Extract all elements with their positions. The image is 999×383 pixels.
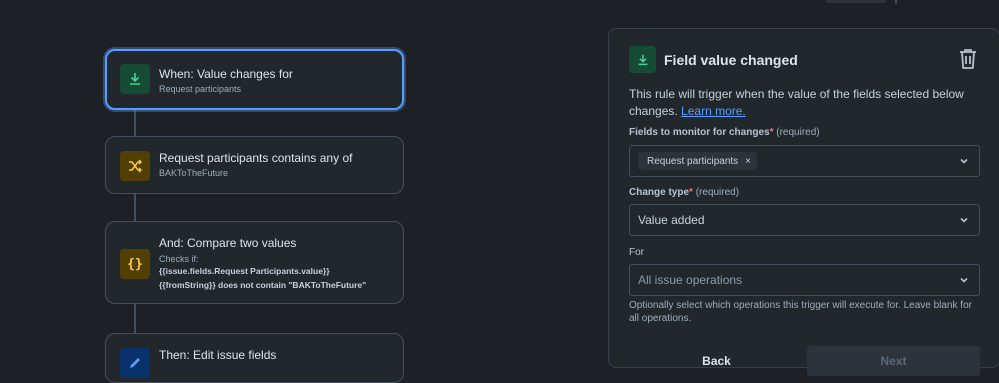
top-toolbar-button-stub — [826, 0, 886, 3]
fields-select[interactable]: Request participants × — [629, 145, 980, 177]
required-text: (required) — [776, 127, 820, 138]
chevron-down-icon — [960, 217, 968, 223]
for-help-text: Optionally select which operations this … — [629, 300, 972, 324]
node-subtitle: Checks if: — [159, 254, 199, 264]
node-code-line: {{issue.fields.Request Participants.valu… — [159, 266, 330, 276]
rule-node-action[interactable]: Then: Edit issue fields — [105, 333, 404, 383]
back-button[interactable]: Back — [629, 346, 804, 376]
for-label-text: For — [629, 247, 644, 258]
change-type-value: Value added — [638, 213, 705, 227]
node-title: Then: Edit issue fields — [159, 348, 277, 362]
trigger-download-icon — [120, 64, 150, 94]
tag-remove-icon[interactable]: × — [745, 156, 751, 167]
description-text: This rule will trigger when the value of… — [629, 87, 964, 118]
field-tag: Request participants × — [638, 152, 758, 170]
trigger-download-icon — [629, 46, 656, 73]
node-title: And: Compare two values — [159, 236, 297, 250]
required-star: * — [689, 187, 693, 198]
panel-title: Field value changed — [664, 52, 798, 68]
top-toolbar-divider — [895, 0, 897, 4]
for-select[interactable]: All issue operations — [629, 264, 980, 296]
change-type-label: Change type* (required) — [629, 187, 739, 198]
chevron-down-icon — [960, 158, 968, 164]
field-tag-label: Request participants — [647, 155, 739, 167]
for-placeholder: All issue operations — [638, 273, 743, 287]
node-code-line: {{fromString}} does not contain "BAKToTh… — [159, 280, 367, 290]
panel-description: This rule will trigger when the value of… — [629, 86, 969, 120]
change-type-label-text: Change type — [629, 187, 690, 198]
next-button[interactable]: Next — [807, 346, 980, 376]
required-star: * — [769, 127, 774, 138]
fields-label-text: Fields to monitor for changes — [629, 127, 770, 138]
change-type-select[interactable]: Value added — [629, 204, 980, 236]
required-text: (required) — [695, 187, 740, 198]
node-subtitle: BAKToTheFuture — [159, 168, 229, 178]
node-subtitle: Request participants — [159, 84, 242, 94]
node-title: When: Value changes for — [159, 67, 293, 81]
for-label: For — [629, 247, 644, 258]
rule-node-compare[interactable]: {} And: Compare two values Checks if: {{… — [105, 221, 404, 304]
trigger-config-panel: Field value changed This rule will trigg… — [608, 28, 999, 376]
branch-shuffle-icon — [120, 151, 150, 181]
flow-connector — [134, 110, 136, 136]
chevron-down-icon — [960, 277, 968, 283]
rule-node-condition[interactable]: Request participants contains any of BAK… — [105, 136, 404, 194]
learn-more-link[interactable]: Learn more. — [681, 104, 746, 118]
node-title: Request participants contains any of — [159, 151, 353, 165]
braces-icon: {} — [120, 249, 150, 279]
rule-node-trigger[interactable]: When: Value changes for Request particip… — [105, 49, 404, 110]
trash-icon[interactable] — [957, 47, 979, 71]
fields-label: Fields to monitor for changes* (required… — [629, 127, 820, 138]
flow-connector — [134, 304, 136, 333]
pencil-icon — [120, 348, 150, 378]
flow-connector — [134, 194, 136, 221]
